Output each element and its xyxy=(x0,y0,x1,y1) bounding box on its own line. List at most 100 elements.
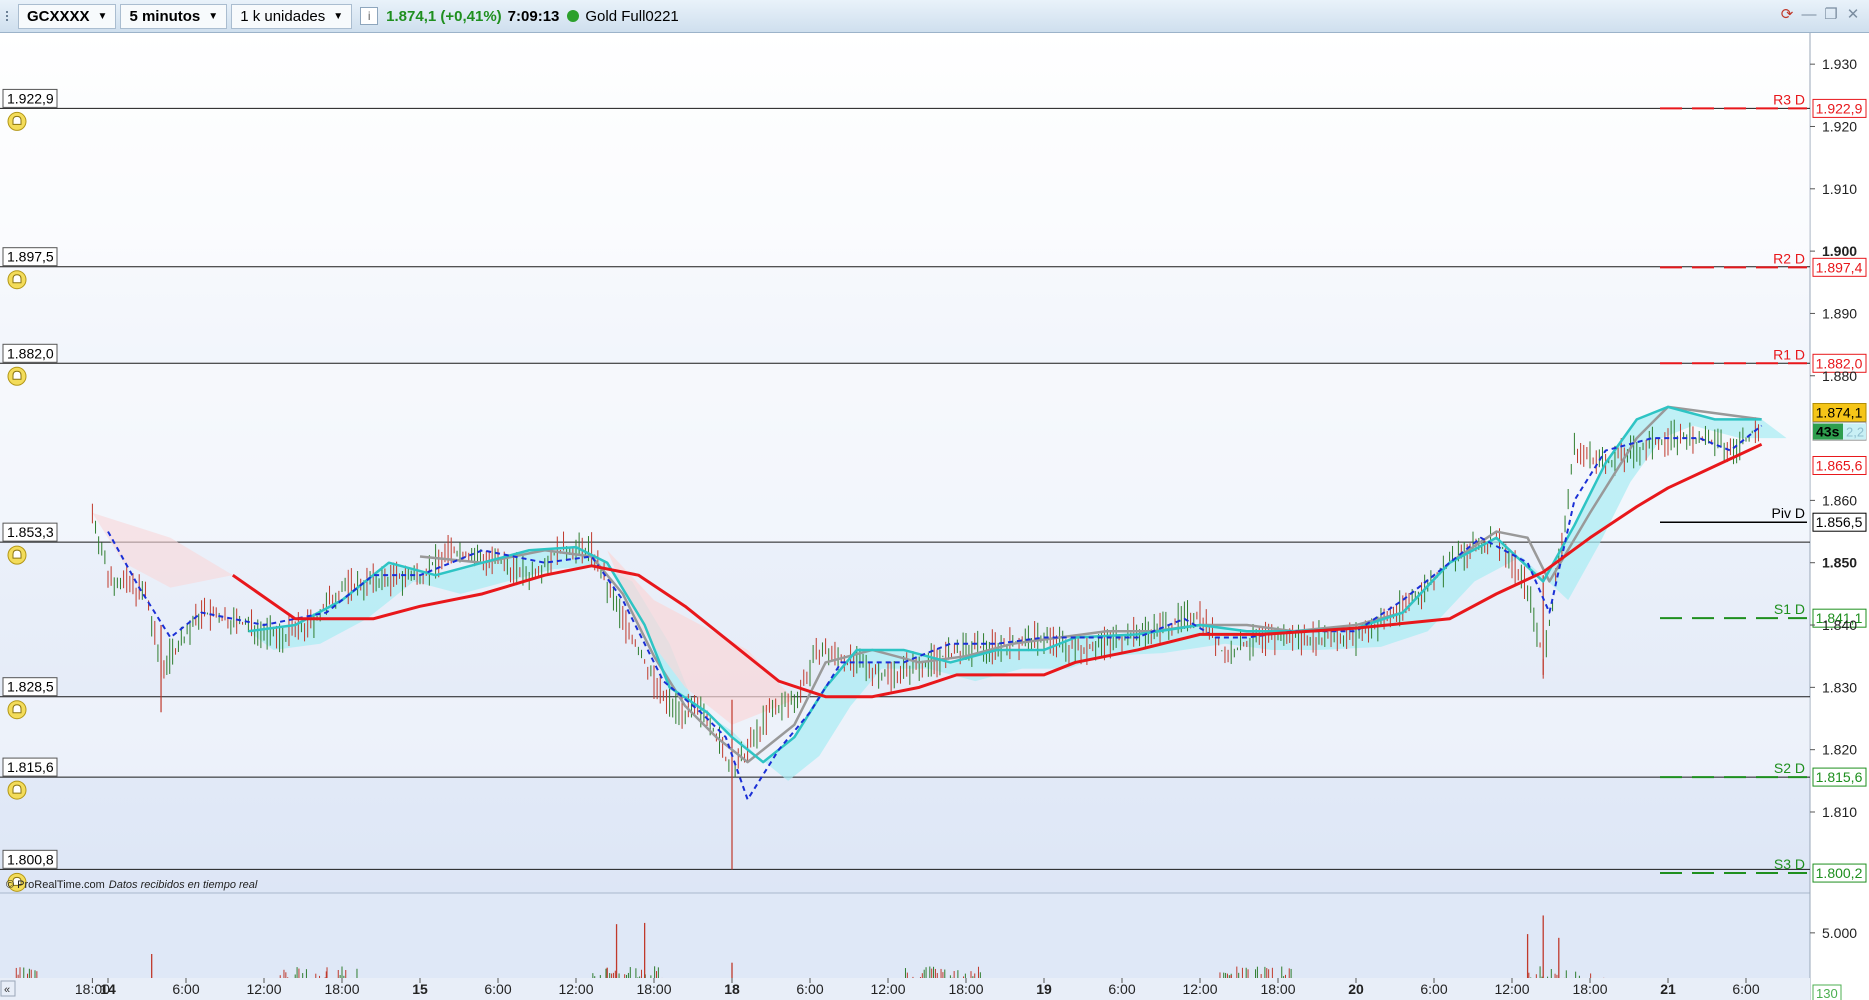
alert-line-label: 1.815,6 xyxy=(7,759,54,775)
volume-axis-label: 5.000 xyxy=(1822,925,1857,941)
pivot-value: 1.922,9 xyxy=(1816,100,1863,116)
bell-icon-shape xyxy=(12,370,22,380)
price-change: 1.874,1 (+0,41%) xyxy=(386,7,502,25)
y-axis-tick-label: 1.810 xyxy=(1822,804,1857,820)
copyright-note: © ProRealTime.com Datos recibidos en tiem… xyxy=(6,879,257,891)
band-shade xyxy=(0,108,1810,267)
time-axis-label: 12:00 xyxy=(558,981,593,997)
hidden-marker-label: 2,2 xyxy=(1846,425,1864,440)
y-axis-tick-label: 1.930 xyxy=(1822,56,1857,72)
units-label: 1 k unidades xyxy=(240,7,326,25)
bell-icon-shape xyxy=(12,549,22,559)
timeframe-selector[interactable]: 5 minutos ▼ xyxy=(120,3,228,29)
pivot-value: 1.800,2 xyxy=(1816,865,1863,881)
band-shade xyxy=(0,696,1810,778)
time-axis-label: 15 xyxy=(412,981,428,997)
chevron-down-icon: ▼ xyxy=(333,10,344,22)
time-axis-label: 18 xyxy=(724,981,740,997)
y-axis-tick-label: 1.920 xyxy=(1822,118,1857,134)
symbol-label: GCXXXX xyxy=(27,7,90,25)
price-marker-label: 1.874,1 xyxy=(1816,405,1863,421)
bell-icon-shape xyxy=(12,704,22,714)
last-update-time: 7:09:13 xyxy=(507,7,560,25)
bell-icon xyxy=(7,270,27,290)
pivot-name: R3 D xyxy=(1773,91,1805,107)
window-controls: ⟳ — ❐ ✕ xyxy=(1779,6,1861,24)
time-axis-label: 6:00 xyxy=(172,981,199,997)
pivot-name: R1 D xyxy=(1773,346,1805,362)
time-axis-label: 12:00 xyxy=(1494,981,1529,997)
time-axis-label: 6:00 xyxy=(796,981,823,997)
time-axis-label: 18:00 xyxy=(636,981,671,997)
time-axis: 18:00 14 6:00 12:00 18:00 15 6:00 12:00 18:00 18 6… xyxy=(0,978,1810,1000)
alert-line-label: 1.922,9 xyxy=(7,90,54,106)
pivot-name: Piv D xyxy=(1772,505,1805,521)
y-axis-tick-label: 1.900 xyxy=(1822,243,1857,259)
time-axis-label: 6:00 xyxy=(1420,981,1447,997)
scroll-left-glyph: « xyxy=(4,984,10,996)
bell-icon xyxy=(7,780,27,800)
toolbar-grip[interactable] xyxy=(0,0,14,33)
restore-icon[interactable]: ❐ xyxy=(1823,6,1839,23)
y-axis-tick-label: 1.890 xyxy=(1822,305,1857,321)
realtime-note: Datos recibidos en tiempo real xyxy=(108,879,258,891)
time-axis-label: 18:00 xyxy=(324,981,359,997)
pivot-value: 1.815,6 xyxy=(1816,769,1863,785)
pivot-value: 1.856,5 xyxy=(1816,514,1863,530)
bell-icon xyxy=(7,700,27,720)
chart-toolbar: GCXXXX ▼ 5 minutos ▼ 1 k unidades ▼ i 1.… xyxy=(0,0,1869,33)
copyright-brand: © ProRealTime.com xyxy=(6,879,105,891)
time-axis-label: 6:00 xyxy=(1108,981,1135,997)
time-axis-label: 18:00 xyxy=(1572,981,1607,997)
alert-line-label: 1.828,5 xyxy=(7,679,54,695)
bell-icon-shape xyxy=(12,274,22,284)
volume-last-label: 130 xyxy=(1816,986,1838,1000)
time-axis-label: 20 xyxy=(1348,981,1364,997)
bell-icon-shape xyxy=(12,784,22,794)
scroll-left-icon[interactable]: « xyxy=(0,980,16,997)
time-axis-label: 12:00 xyxy=(246,981,281,997)
y-axis-tick-label: 1.860 xyxy=(1822,492,1857,508)
pivot-name: S3 D xyxy=(1774,856,1805,872)
info-icon[interactable]: i xyxy=(360,7,379,25)
timeframe-label: 5 minutos xyxy=(129,7,201,25)
minimize-icon[interactable]: — xyxy=(1801,6,1817,23)
pivot-name: S1 D xyxy=(1774,601,1805,617)
sync-icon[interactable]: ⟳ xyxy=(1779,6,1795,23)
symbol-selector[interactable]: GCXXXX ▼ xyxy=(18,3,117,29)
pivot-name: S2 D xyxy=(1774,760,1805,776)
alert-line-label: 1.882,0 xyxy=(7,345,54,361)
y-axis-tick-label: 1.830 xyxy=(1822,679,1857,695)
bell-icon xyxy=(7,545,27,565)
data-feed-label: Gold Full0221 xyxy=(585,7,679,25)
alert-line-label: 1.853,3 xyxy=(7,524,54,540)
bell-icon xyxy=(7,111,27,131)
alert-line-label: 1.800,8 xyxy=(7,851,54,867)
pivot-name: R2 D xyxy=(1773,250,1805,266)
price-marker-label: 1.865,6 xyxy=(1816,457,1863,473)
pivot-value: 1.897,4 xyxy=(1816,259,1863,275)
y-axis-tick-label: 1.880 xyxy=(1822,368,1857,384)
time-axis-label: 21 xyxy=(1660,981,1676,997)
y-axis-tick-label: 1.850 xyxy=(1822,555,1857,571)
band-shade xyxy=(0,363,1810,543)
y-axis-tick-label: 1.820 xyxy=(1822,742,1857,758)
time-axis-label: 12:00 xyxy=(870,981,905,997)
close-icon[interactable]: ✕ xyxy=(1845,6,1861,23)
time-axis-label: 19 xyxy=(1036,981,1052,997)
time-axis-label: 6:00 xyxy=(1732,981,1759,997)
time-axis-label: 6:00 xyxy=(484,981,511,997)
price-chart[interactable]: 1.922,9 1.897,5 1.882,0 1.853,3 1.828,5 1.815… xyxy=(0,33,1869,1000)
time-axis-label: 12:00 xyxy=(1182,981,1217,997)
time-axis-label: 18:00 xyxy=(1260,981,1295,997)
y-axis-tick-label: 1.840 xyxy=(1822,617,1857,633)
y-axis-tick-label: 1.910 xyxy=(1822,181,1857,197)
time-axis-label: 18:00 xyxy=(948,981,983,997)
bell-icon xyxy=(7,366,27,386)
price-markers: 1.874,11.871,11.865,643s2,2 xyxy=(1812,403,1867,475)
units-selector[interactable]: 1 k unidades ▼ xyxy=(231,3,353,29)
countdown-label: 43s xyxy=(1816,424,1840,440)
time-axis-label: 14 xyxy=(100,981,116,997)
bell-icon-shape xyxy=(12,115,22,125)
alert-line-label: 1.897,5 xyxy=(7,249,54,265)
